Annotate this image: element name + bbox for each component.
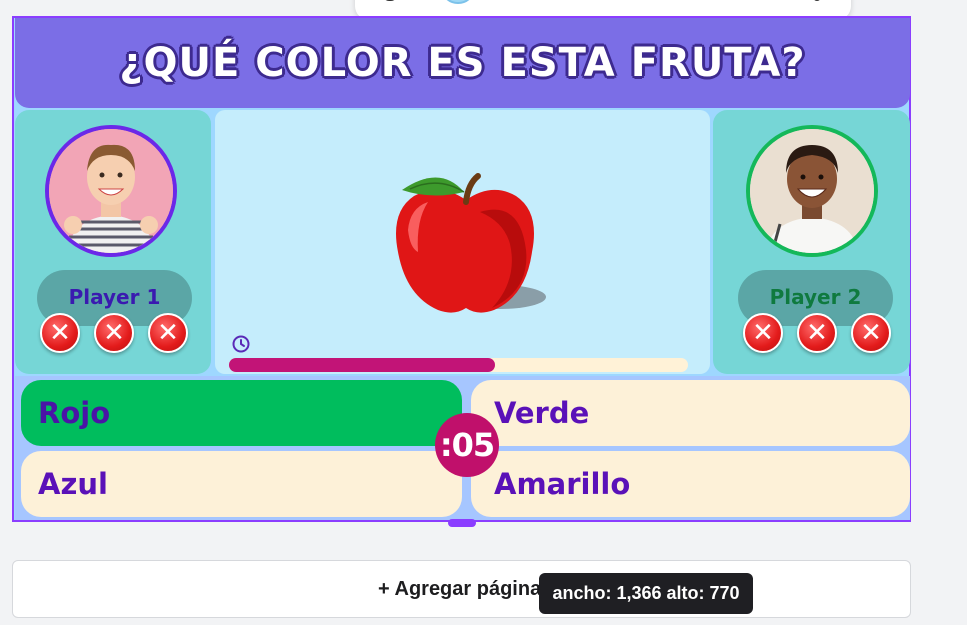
x-mark-icon[interactable]: ✕	[40, 313, 80, 353]
page-resize-handle[interactable]	[448, 519, 476, 527]
toolbar-icon[interactable]	[383, 0, 397, 1]
answer-option-verde[interactable]: Verde	[471, 380, 910, 446]
quiz-title[interactable]: ¿QUÉ COLOR ES ESTA FRUTA?	[15, 18, 910, 108]
add-page-label[interactable]: + Agregar página	[378, 578, 541, 601]
x-mark-icon[interactable]: ✕	[851, 313, 891, 353]
player-1-avatar[interactable]	[45, 125, 177, 257]
x-mark-icon[interactable]: ✕	[797, 313, 837, 353]
answer-option-rojo[interactable]: Rojo	[21, 380, 462, 446]
answer-option-azul[interactable]: Azul	[21, 451, 462, 517]
more-options-icon[interactable]	[813, 0, 821, 1]
player-2-avatar[interactable]	[746, 125, 878, 257]
apple-image[interactable]	[380, 160, 560, 320]
countdown-timer[interactable]: :05	[435, 413, 499, 477]
answer-option-amarillo[interactable]: Amarillo	[471, 451, 910, 517]
timer-progress-fill	[229, 358, 495, 372]
clock-icon	[232, 335, 250, 353]
x-mark-icon[interactable]: ✕	[94, 313, 134, 353]
x-mark-icon[interactable]: ✕	[148, 313, 188, 353]
boy-avatar-icon	[750, 129, 874, 253]
x-mark-icon[interactable]: ✕	[743, 313, 783, 353]
color-swatch-icon[interactable]	[440, 0, 476, 4]
size-tooltip: ancho: 1,366 alto: 770	[539, 573, 753, 614]
boy-avatar-icon	[49, 129, 173, 253]
